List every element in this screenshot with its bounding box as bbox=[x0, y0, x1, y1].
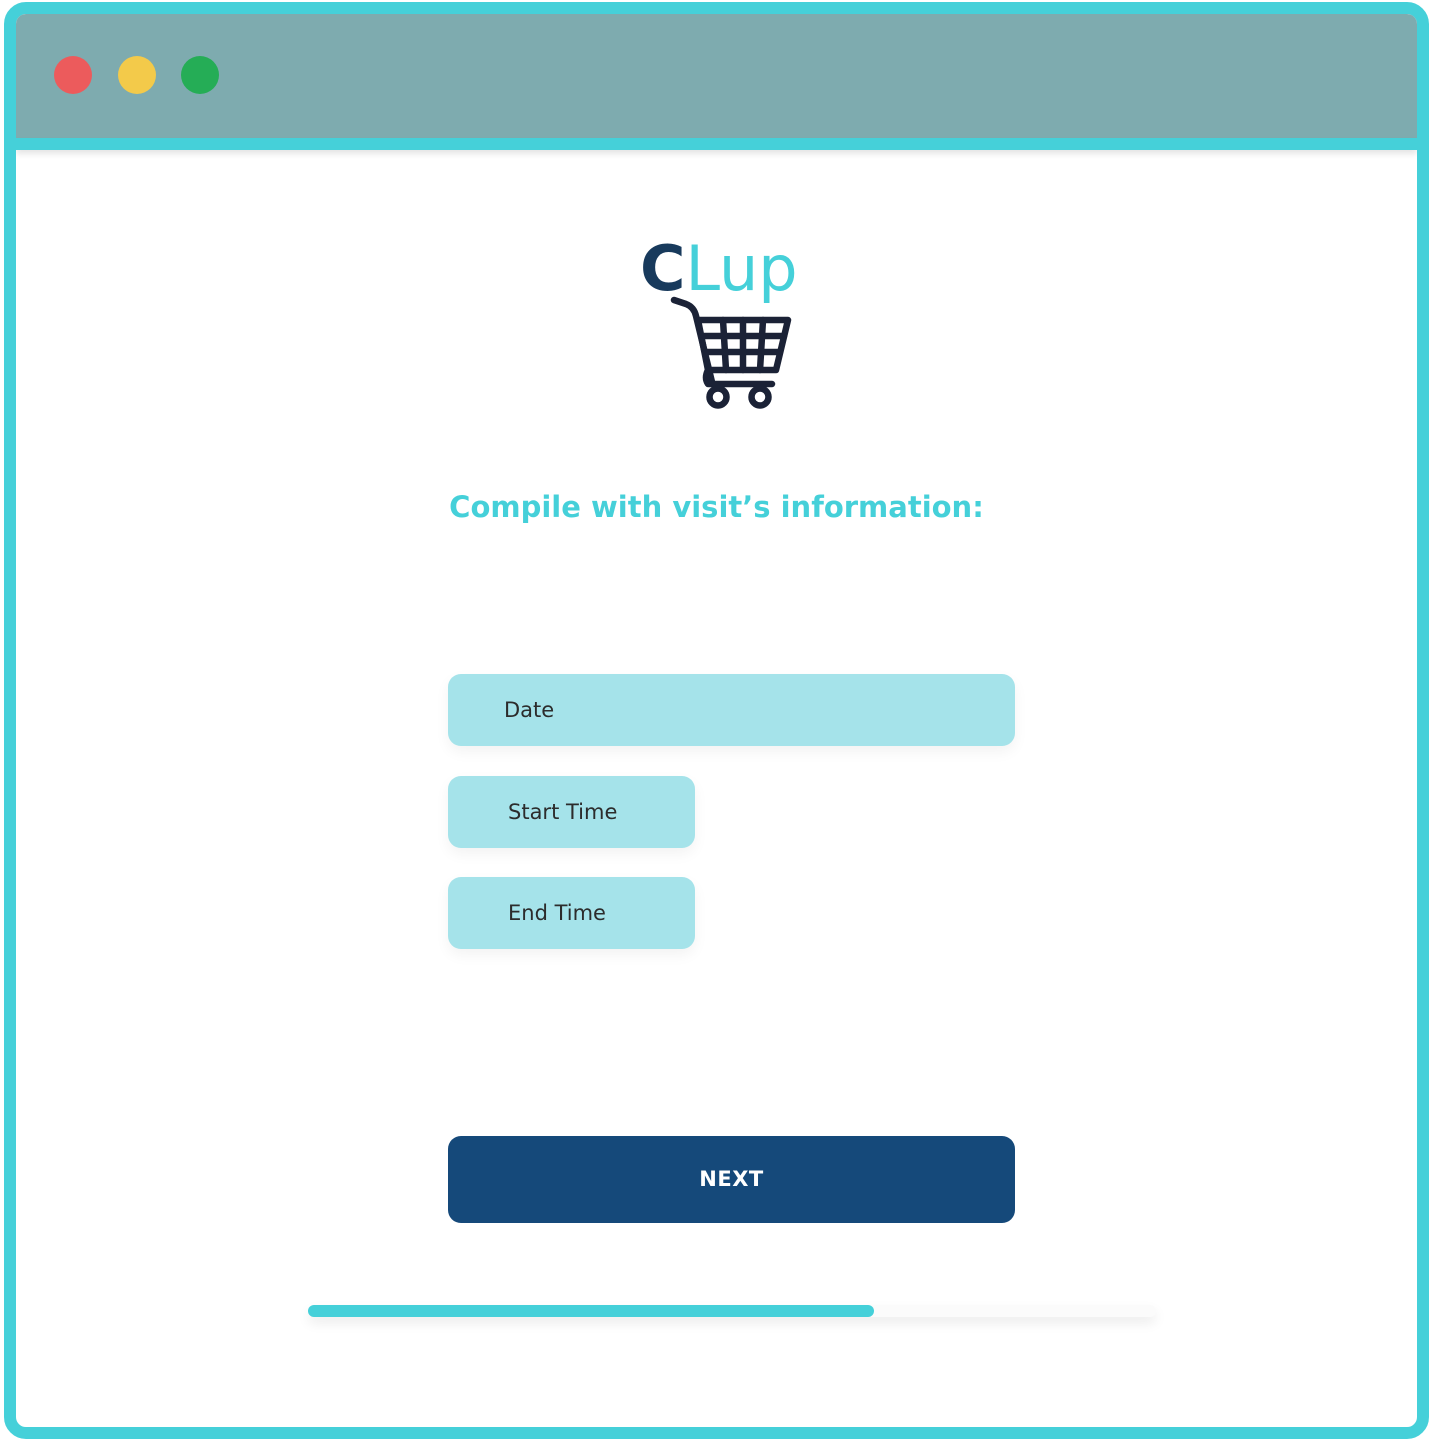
app-logo: CLup bbox=[640, 228, 810, 413]
date-field[interactable]: Date bbox=[448, 674, 1015, 746]
title-bar bbox=[16, 14, 1417, 138]
maximize-window-button[interactable] bbox=[181, 56, 219, 94]
minimize-window-button[interactable] bbox=[118, 56, 156, 94]
page-heading: Compile with visit’s information: bbox=[449, 490, 984, 524]
close-window-button[interactable] bbox=[54, 56, 92, 94]
next-button[interactable]: NEXT bbox=[448, 1136, 1015, 1223]
shopping-cart-icon bbox=[670, 296, 792, 409]
progress-bar bbox=[308, 1305, 1156, 1317]
end-time-field[interactable]: End Time bbox=[448, 877, 695, 949]
title-bar-divider bbox=[16, 138, 1417, 150]
start-time-field[interactable]: Start Time bbox=[448, 776, 695, 848]
progress-bar-fill bbox=[308, 1305, 874, 1317]
